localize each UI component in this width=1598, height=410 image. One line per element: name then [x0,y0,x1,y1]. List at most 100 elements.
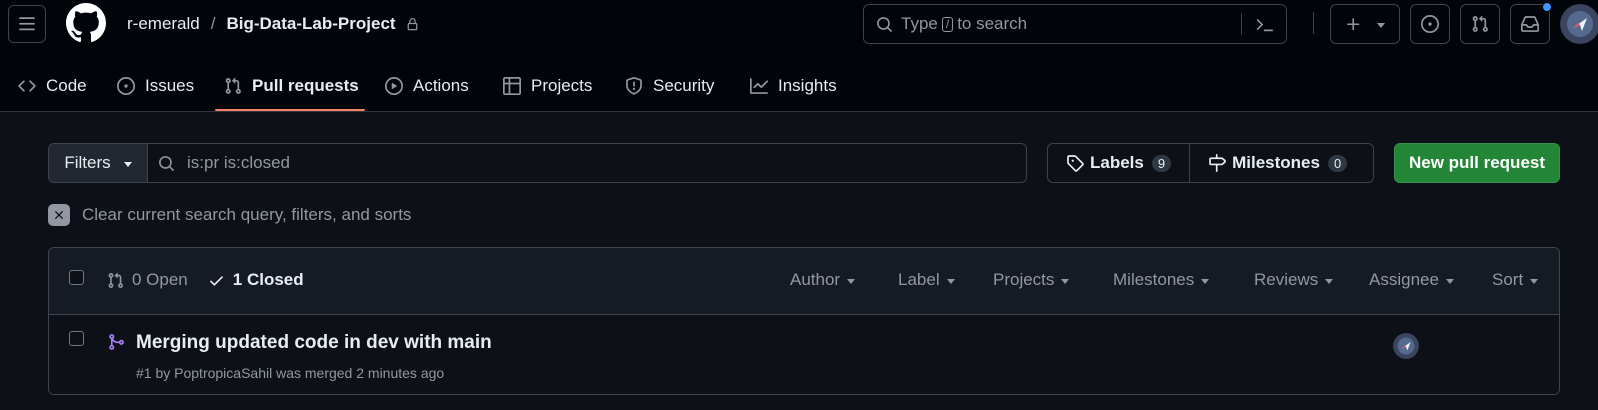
git-pull-request-icon [224,77,242,95]
clear-search-label: Clear current search query, filters, and… [82,205,412,224]
chevron-down-icon [1201,278,1210,284]
shield-icon [625,77,643,95]
list-header: 0 Open 1 Closed Author Label Projects Mi… [49,248,1559,315]
tag-icon [1066,154,1084,172]
issue-opened-icon [1421,15,1439,33]
graph-icon [750,77,768,95]
projects-filter-dropdown[interactable]: Projects [993,270,1070,290]
command-palette-icon[interactable] [1256,16,1274,34]
tab-projects[interactable]: Projects [503,60,592,112]
repo-owner-link[interactable]: r-emerald [127,14,200,34]
pr-search-input[interactable] [187,153,887,173]
breadcrumb-separator: / [210,14,216,33]
search-shortcut-key: / [941,16,954,32]
hamburger-icon [19,17,35,31]
pull-request-meta: #1 by PoptropicaSahil was merged 2 minut… [136,365,445,381]
open-menu-button[interactable] [8,5,46,43]
search-icon [158,155,175,172]
filter-label: Projects [993,270,1055,289]
tab-label: Actions [413,76,469,95]
repository-nav: Code Issues Pull requests Actions Projec… [0,60,1598,112]
filter-label: Label [898,270,940,289]
tab-insights[interactable]: Insights [750,60,837,112]
chevron-down-icon [1530,278,1539,284]
table-icon [503,77,521,95]
closed-count-label: 1 Closed [232,270,304,289]
tab-security[interactable]: Security [625,60,714,112]
breadcrumb: r-emerald / Big-Data-Lab-Project [127,13,419,35]
milestones-button[interactable]: Milestones 0 [1189,144,1365,182]
list-item: Merging updated code in dev with main #1… [49,315,1559,394]
tab-actions[interactable]: Actions [385,60,469,112]
your-issues-button[interactable] [1410,4,1450,44]
labels-button[interactable]: Labels 9 [1048,144,1189,182]
milestones-filter-dropdown[interactable]: Milestones [1113,270,1210,290]
filter-search-wrapper [148,144,1026,182]
closed-state-link[interactable]: 1 Closed [208,270,304,290]
search-divider [1241,13,1242,35]
chevron-down-icon [1377,22,1385,28]
pull-request-title-link[interactable]: Merging updated code in dev with main [136,332,492,354]
author-filter-dropdown[interactable]: Author [790,270,856,290]
tab-issues[interactable]: Issues [117,60,194,112]
filters-label: Filters [64,153,111,172]
code-icon [18,77,36,95]
git-merge-icon [107,333,125,351]
filter-label: Author [790,270,841,289]
git-pull-request-icon [1472,15,1488,32]
chevron-down-icon [1325,278,1334,284]
milestones-count: 0 [1327,154,1348,172]
your-pull-requests-button[interactable] [1460,4,1500,44]
row-checkbox[interactable] [69,331,84,346]
tab-label: Projects [531,76,593,95]
tab-pull-requests[interactable]: Pull requests [224,60,359,112]
chevron-down-icon [946,278,955,284]
close-icon [48,204,70,226]
tab-label: Issues [145,76,195,95]
unread-notification-dot [1542,2,1552,12]
filter-label: Milestones [1113,270,1195,289]
tab-label: Pull requests [252,76,359,95]
check-icon [208,272,225,289]
new-pull-request-button[interactable]: New pull request [1394,143,1560,183]
repo-name-link[interactable]: Big-Data-Lab-Project [226,14,395,34]
pull-request-list: 0 Open 1 Closed Author Label Projects Mi… [48,247,1560,395]
label-filter-dropdown[interactable]: Label [898,270,955,290]
open-state-link[interactable]: 0 Open [107,270,188,290]
tab-code[interactable]: Code [18,60,87,112]
git-pull-request-icon [107,272,124,289]
sort-dropdown[interactable]: Sort [1492,270,1539,290]
chevron-down-icon [1445,278,1454,284]
create-new-button[interactable] [1330,4,1400,44]
header-divider [1313,12,1314,34]
clear-search-query-link[interactable]: Clear current search query, filters, and… [48,204,411,226]
tab-label: Security [653,76,715,95]
search-placeholder-suffix: to search [957,14,1028,33]
assignee-filter-dropdown[interactable]: Assignee [1369,270,1454,290]
play-icon [385,77,403,95]
select-all-checkbox[interactable] [69,270,84,285]
filters-dropdown-button[interactable]: Filters [49,144,148,182]
chevron-down-icon [847,278,856,284]
reviews-filter-dropdown[interactable]: Reviews [1254,270,1334,290]
assignee-avatar[interactable] [1393,333,1419,359]
tab-label: Code [46,76,87,95]
filter-label: Reviews [1254,270,1319,289]
labels-milestones-group: Labels 9 Milestones 0 [1047,143,1374,183]
state-toggles: 0 Open 1 Closed [107,270,304,290]
user-avatar[interactable] [1560,4,1598,44]
labels-count: 9 [1151,154,1172,172]
inbox-icon [1521,16,1539,32]
filter-label: Sort [1492,270,1524,289]
chevron-down-icon [123,161,132,167]
labels-label: Labels [1090,153,1144,172]
tab-label: Insights [778,76,837,95]
plus-icon [1347,17,1360,30]
lock-icon [406,17,419,32]
global-header: r-emerald / Big-Data-Lab-Project Type / … [0,0,1598,112]
global-search-input[interactable]: Type / to search [863,4,1287,44]
github-logo-icon[interactable] [66,3,106,43]
open-count-label: 0 Open [132,270,188,289]
search-placeholder-prefix: Type [901,14,938,33]
active-tab-indicator [215,109,365,111]
